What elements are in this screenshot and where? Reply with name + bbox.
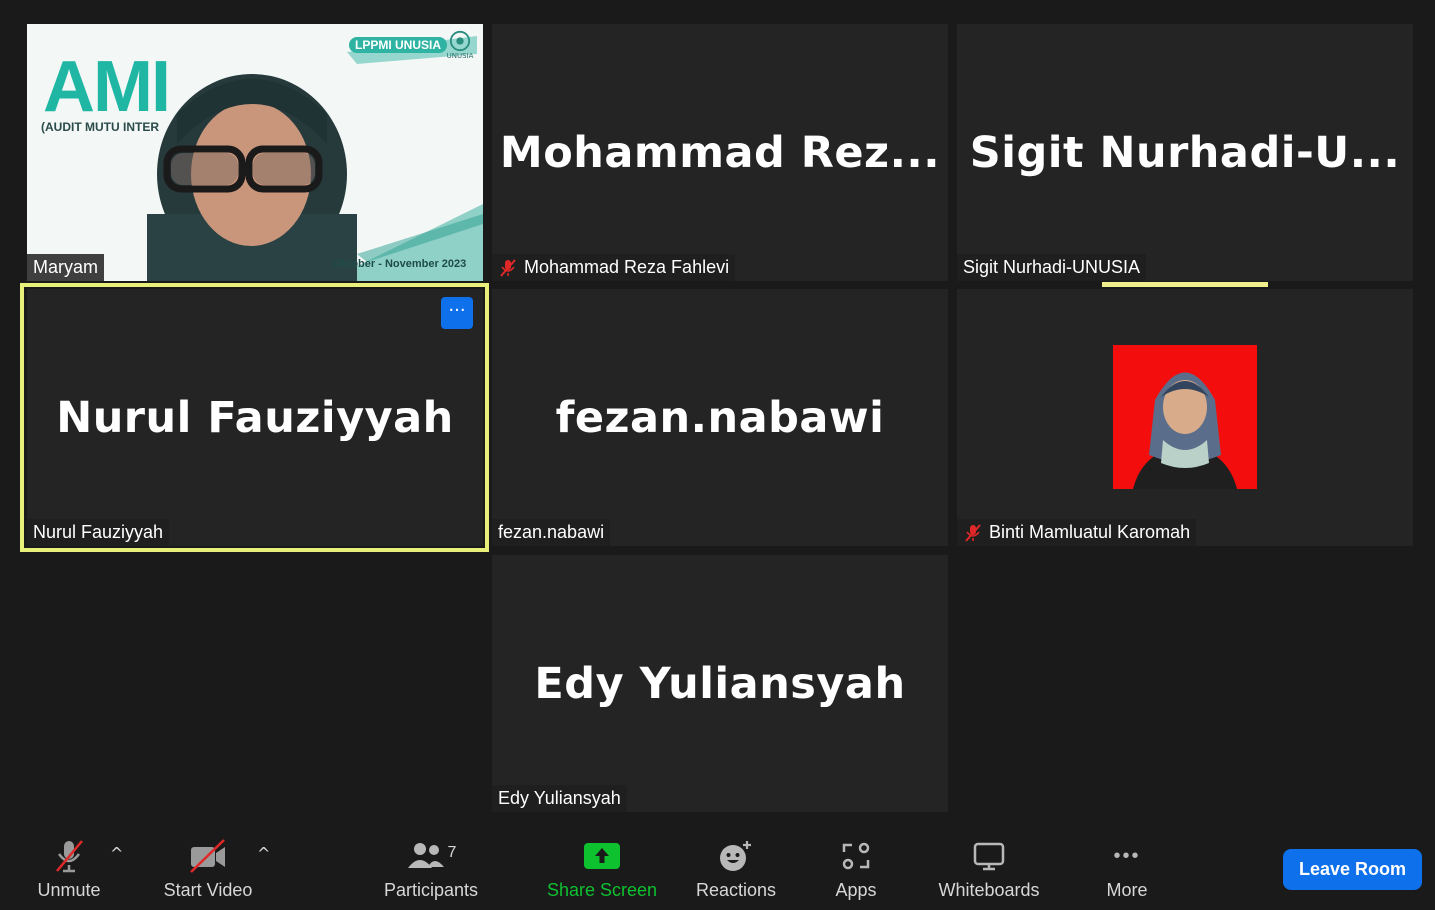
audio-options-caret[interactable]: ^ bbox=[110, 844, 123, 863]
start-video-button[interactable]: Start Video bbox=[158, 824, 258, 910]
video-tile-fezan[interactable]: fezan.nabawi fezan.nabawi bbox=[492, 289, 948, 546]
participant-name: Sigit Nurhadi-UNUSIA bbox=[963, 257, 1141, 277]
reactions-icon bbox=[720, 841, 751, 871]
participant-name: Mohammad Reza Fahlevi bbox=[524, 257, 730, 277]
apps-button[interactable]: Apps bbox=[826, 824, 886, 910]
participant-name: Maryam bbox=[33, 257, 99, 277]
video-tile-sigit[interactable]: Sigit Nurhadi-U... Sigit Nurhadi-UNUSIA bbox=[957, 24, 1413, 281]
name-tag: Sigit Nurhadi-UNUSIA bbox=[957, 254, 1147, 281]
logo-icon bbox=[449, 30, 471, 52]
speaking-indicator bbox=[1102, 282, 1268, 287]
org-logo: UNUSIA bbox=[445, 30, 475, 60]
apps-label: Apps bbox=[835, 880, 877, 900]
whiteboards-label: Whiteboards bbox=[938, 880, 1040, 900]
unmute-label: Unmute bbox=[37, 880, 101, 900]
whiteboards-button[interactable]: Whiteboards bbox=[932, 824, 1046, 910]
unmute-button[interactable]: Unmute bbox=[30, 824, 108, 910]
apps-icon bbox=[842, 842, 870, 870]
more-button[interactable]: ••• More bbox=[1098, 824, 1156, 910]
start-video-label: Start Video bbox=[163, 880, 253, 900]
leave-room-button[interactable]: Leave Room bbox=[1283, 849, 1422, 890]
display-name: Mohammad Rez... bbox=[499, 127, 941, 178]
tile-more-button[interactable]: ··· bbox=[441, 297, 473, 329]
name-tag: Edy Yuliansyah bbox=[492, 785, 627, 812]
participants-count: 7 bbox=[447, 844, 457, 861]
display-name: Sigit Nurhadi-U... bbox=[969, 127, 1401, 178]
participants-label: Participants bbox=[383, 880, 479, 900]
meeting-toolbar: Unmute ^ Start Video ^ 7 Participants Sh… bbox=[0, 824, 1435, 910]
display-name: Edy Yuliansyah bbox=[534, 658, 906, 709]
video-options-caret[interactable]: ^ bbox=[257, 844, 270, 863]
display-name: fezan.nabawi bbox=[555, 392, 885, 443]
participant-name: Binti Mamluatul Karomah bbox=[989, 522, 1191, 542]
name-tag: Maryam bbox=[27, 254, 105, 281]
banner-subtitle: (AUDIT MUTU INTER bbox=[41, 120, 159, 134]
reactions-label: Reactions bbox=[695, 880, 777, 900]
share-screen-button[interactable]: Share Screen bbox=[546, 824, 658, 910]
banner-dates: Oktober - November 2023 bbox=[333, 258, 467, 270]
whiteboard-icon bbox=[973, 842, 1005, 871]
profile-photo bbox=[1113, 345, 1257, 489]
participants-icon bbox=[407, 843, 444, 868]
mic-muted-icon bbox=[500, 258, 516, 277]
profile-portrait bbox=[1113, 345, 1257, 489]
participant-name: Edy Yuliansyah bbox=[498, 788, 621, 808]
participants-button[interactable]: 7 Participants bbox=[380, 824, 482, 910]
name-tag: Nurul Fauziyyah bbox=[27, 519, 170, 546]
video-tile-binti[interactable]: Binti Mamluatul Karomah bbox=[957, 289, 1413, 546]
participant-name: fezan.nabawi bbox=[498, 522, 605, 542]
participant-name: Nurul Fauziyyah bbox=[33, 522, 164, 542]
video-off-icon bbox=[190, 839, 225, 873]
more-icon: ••• bbox=[1113, 844, 1141, 867]
name-tag: fezan.nabawi bbox=[492, 519, 611, 546]
video-tile-maryam[interactable]: AMI (AUDIT MUTU INTER LPPMI UNUSIA UNUSI… bbox=[27, 24, 483, 281]
video-tile-mohammad[interactable]: Mohammad Rez... Mohammad Reza Fahlevi bbox=[492, 24, 948, 281]
banner-title: AMI bbox=[43, 47, 171, 127]
mic-muted-icon bbox=[56, 840, 83, 873]
banner-org: LPPMI UNUSIA bbox=[349, 37, 448, 53]
more-label: More bbox=[1106, 880, 1148, 900]
share-screen-icon bbox=[584, 843, 620, 869]
logo-text: UNUSIA bbox=[446, 52, 474, 60]
name-tag: Binti Mamluatul Karomah bbox=[957, 519, 1197, 546]
display-name: Nurul Fauziyyah bbox=[56, 392, 454, 443]
share-screen-label: Share Screen bbox=[546, 880, 658, 900]
video-tile-nurul[interactable]: Nurul Fauziyyah ··· Nurul Fauziyyah bbox=[27, 289, 483, 546]
video-tile-edy[interactable]: Edy Yuliansyah Edy Yuliansyah bbox=[492, 555, 948, 812]
reactions-button[interactable]: Reactions bbox=[692, 824, 780, 910]
mic-muted-icon bbox=[965, 523, 981, 542]
name-tag: Mohammad Reza Fahlevi bbox=[492, 254, 736, 281]
